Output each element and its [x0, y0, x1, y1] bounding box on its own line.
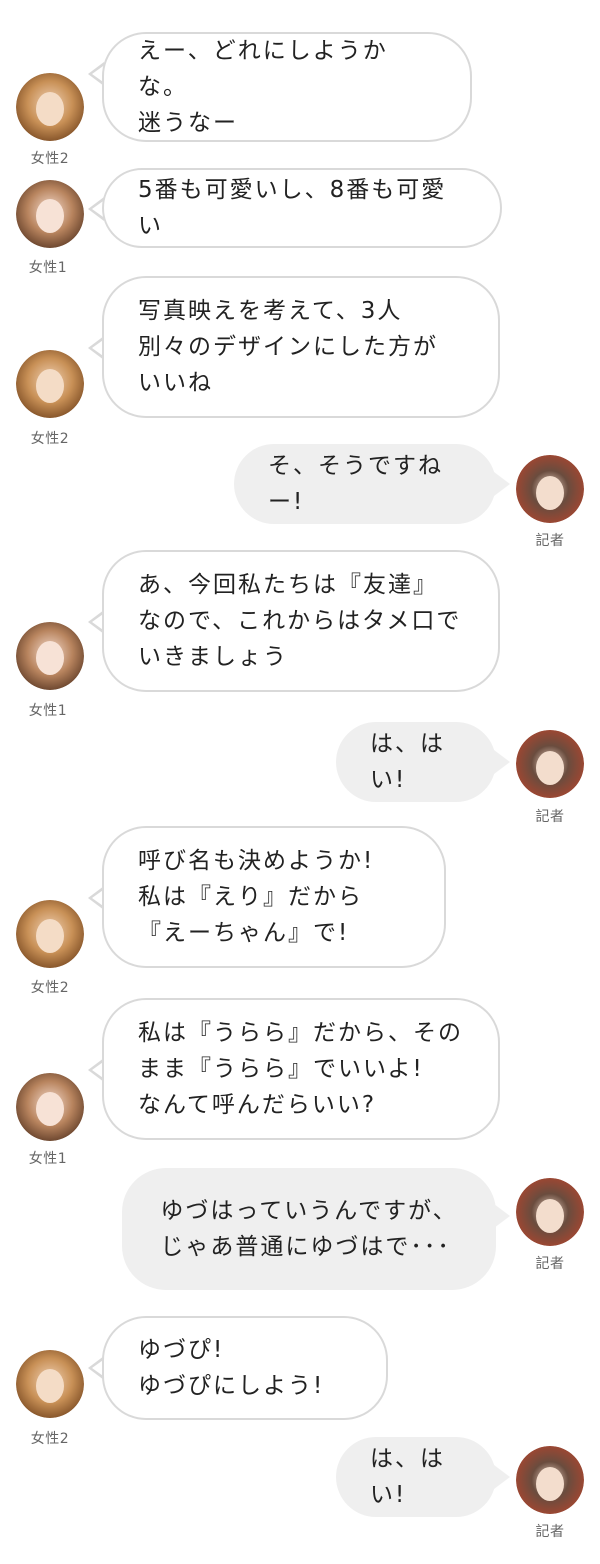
avatar-reporter — [516, 730, 584, 798]
message-bubble: 写真映えを考えて、3人 別々のデザインにした方が いいね — [102, 276, 500, 418]
avatar-reporter — [516, 1178, 584, 1246]
avatar-female1 — [16, 622, 84, 690]
message-bubble: は、はい! — [336, 722, 496, 802]
message-bubble: は、はい! — [336, 1437, 496, 1517]
message-bubble: あ、今回私たちは『友達』 なので、これからはタメ口で いきましょう — [102, 550, 500, 692]
speaker-name: 女性1 — [28, 1151, 68, 1167]
message-bubble: 私は『うらら』だから、その まま『うらら』でいいよ! なんて呼んだらいい? — [102, 998, 500, 1140]
speaker-name: 記者 — [535, 1256, 565, 1272]
bubble-tail — [494, 472, 510, 496]
bubble-tail — [494, 750, 510, 774]
message-bubble: ゆづぴ! ゆづぴにしよう! — [102, 1316, 388, 1420]
speaker-name: 女性2 — [30, 431, 70, 447]
avatar-female2 — [16, 73, 84, 141]
message-bubble: 呼び名も決めようか! 私は『えり』だから 『えーちゃん』で! — [102, 826, 446, 968]
speaker-name: 記者 — [535, 533, 565, 549]
avatar-female2 — [16, 1350, 84, 1418]
avatar-female2 — [16, 900, 84, 968]
avatar-female1 — [16, 180, 84, 248]
message-bubble: ゆづはっていうんですが、 じゃあ普通にゆづはで･･･ — [122, 1168, 496, 1290]
message-bubble: えー、どれにしようかな。 迷うなー — [102, 32, 472, 142]
avatar-reporter — [516, 1446, 584, 1514]
speaker-name: 記者 — [535, 809, 565, 825]
bubble-tail — [494, 1465, 510, 1489]
avatar-reporter — [516, 455, 584, 523]
bubble-tail — [494, 1204, 510, 1228]
speaker-name: 女性2 — [30, 1431, 70, 1447]
speaker-name: 記者 — [535, 1524, 565, 1540]
speaker-name: 女性2 — [30, 980, 70, 996]
message-bubble: 5番も可愛いし、8番も可愛い — [102, 168, 502, 248]
speaker-name: 女性2 — [30, 151, 70, 167]
avatar-female1 — [16, 1073, 84, 1141]
message-bubble: そ、そうですねー! — [234, 444, 496, 524]
speaker-name: 女性1 — [28, 703, 68, 719]
speaker-name: 女性1 — [28, 260, 68, 276]
avatar-female2 — [16, 350, 84, 418]
